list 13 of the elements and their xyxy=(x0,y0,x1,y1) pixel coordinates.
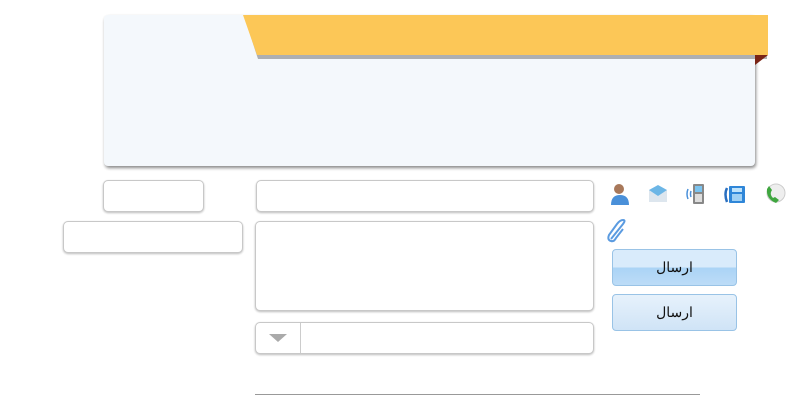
input-field[interactable] xyxy=(256,180,594,212)
send-button[interactable]: ارسال xyxy=(612,294,737,331)
phone-icon[interactable] xyxy=(764,183,786,205)
dropdown-field[interactable] xyxy=(255,322,594,354)
input-field[interactable] xyxy=(63,221,243,253)
caret-icon[interactable] xyxy=(269,333,287,343)
input-field[interactable] xyxy=(103,180,204,212)
text-area[interactable] xyxy=(255,221,594,311)
person-icon[interactable] xyxy=(610,183,630,205)
desk-phone-icon[interactable] xyxy=(724,184,746,204)
envelope-icon[interactable] xyxy=(648,185,668,203)
mobile-phone-icon[interactable] xyxy=(686,183,706,205)
send-button[interactable]: ارسال xyxy=(612,249,737,286)
